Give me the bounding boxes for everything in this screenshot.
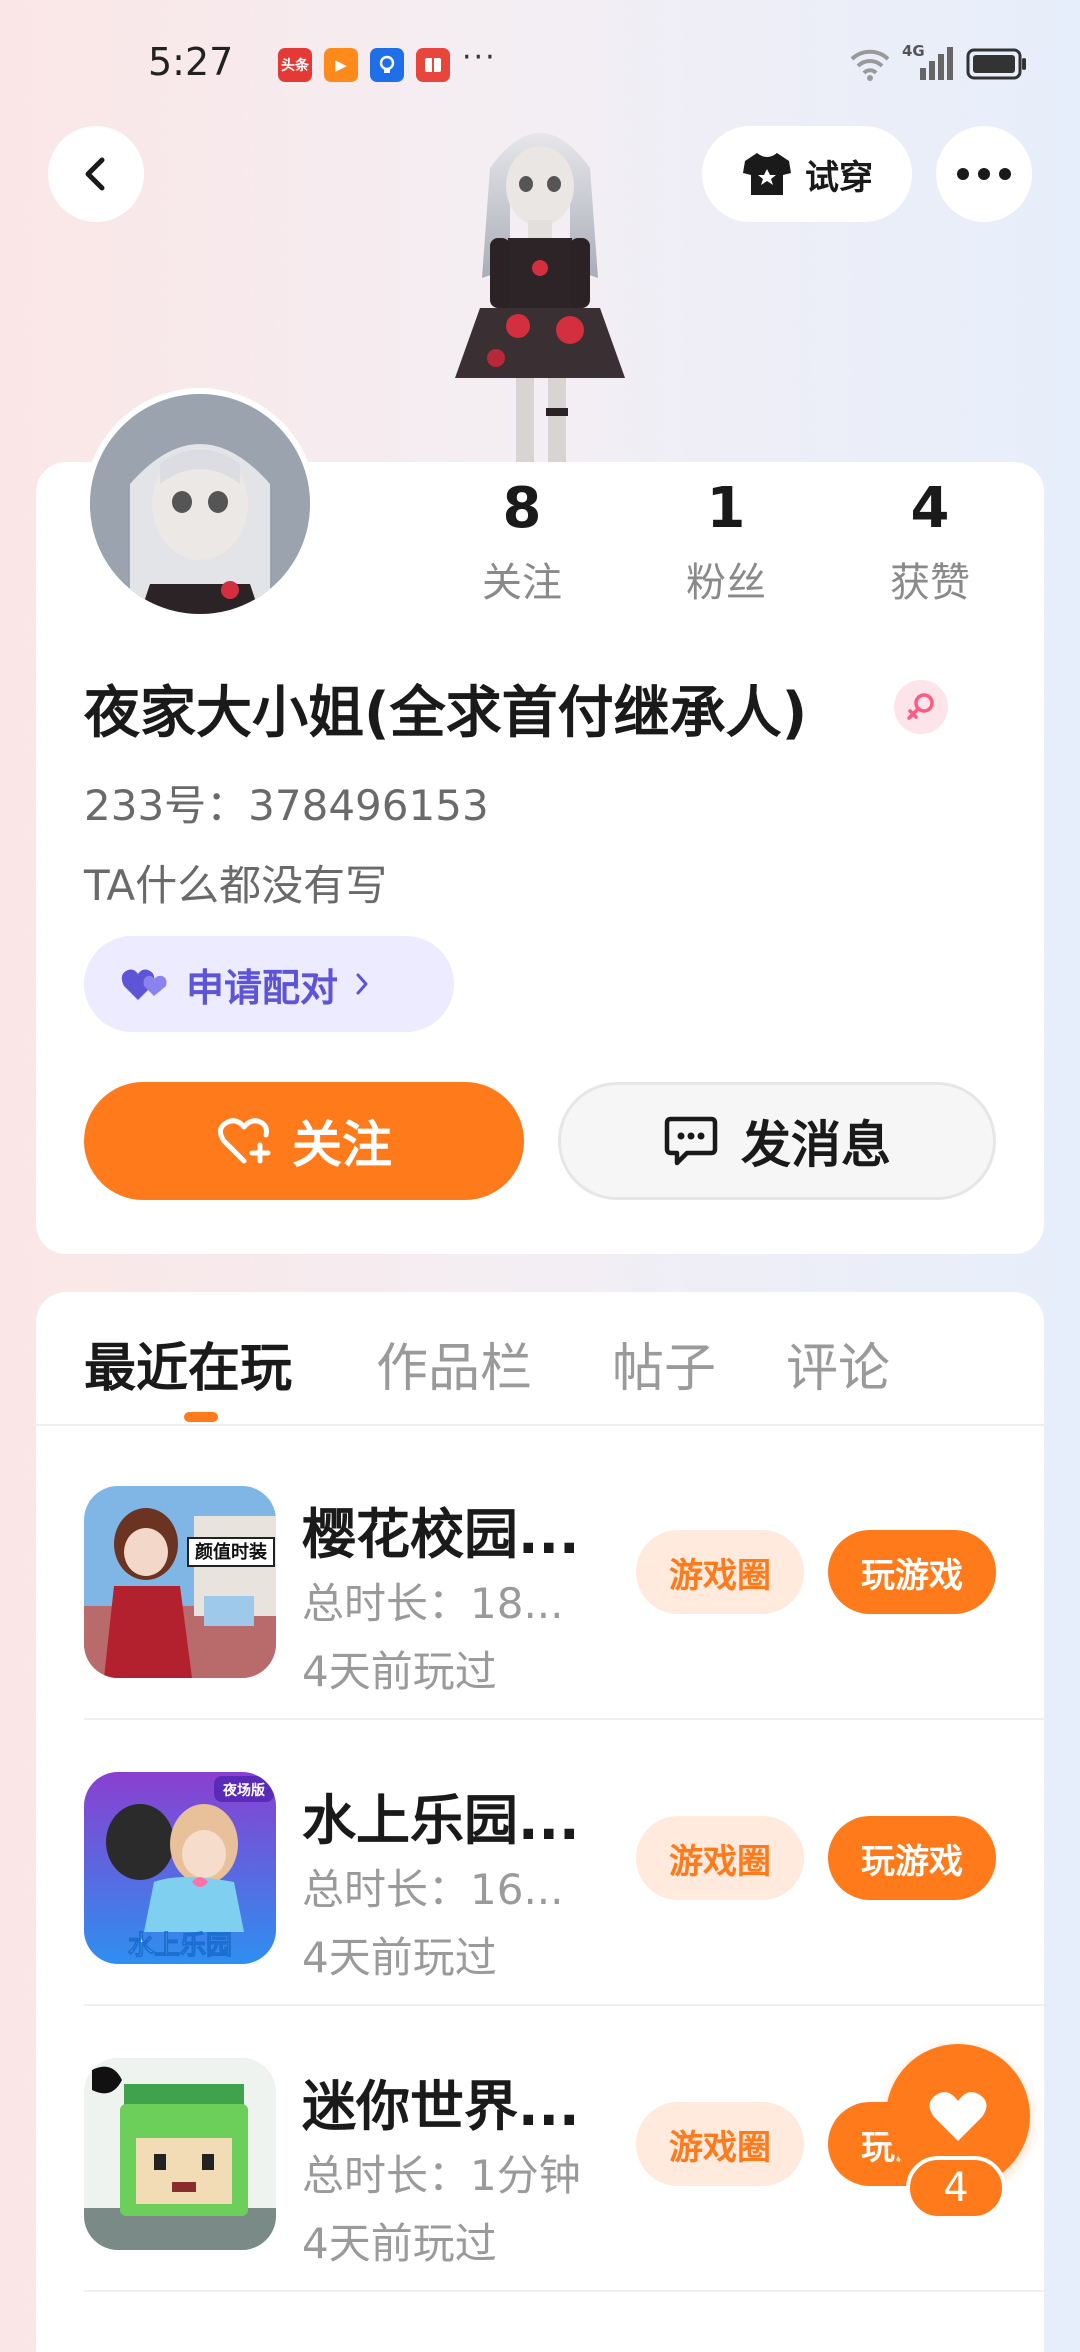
tab-comments[interactable]: 评论 bbox=[786, 1326, 890, 1401]
stat-fans-label: 粉丝 bbox=[686, 559, 766, 606]
game-icon-water-park: 夜场版 水上乐园 bbox=[84, 1772, 276, 1964]
message-button[interactable]: 发消息 bbox=[558, 1082, 996, 1200]
tab-recent-play[interactable]: 最近在玩 bbox=[84, 1326, 292, 1401]
username: 夜家大小姐(全求首付继承人) bbox=[84, 681, 808, 746]
battery-icon bbox=[966, 48, 1026, 80]
game-circle-button[interactable]: 游戏圈 bbox=[636, 1530, 804, 1614]
stat-following[interactable]: 8 关注 bbox=[442, 478, 602, 608]
chat-bubble-icon bbox=[664, 1116, 718, 1166]
game-circle-button[interactable]: 游戏圈 bbox=[636, 2102, 804, 2186]
game-icon-caption: 水上乐园 bbox=[128, 1931, 232, 1961]
profile-avatar[interactable] bbox=[84, 388, 316, 620]
female-icon bbox=[894, 680, 948, 734]
more-dots-icon bbox=[957, 168, 1011, 180]
game-row[interactable]: 颜值时装 樱花校园... 总时长：18... 4天前玩过 游戏圈 玩游戏 bbox=[36, 1434, 1044, 1720]
heart-pair-icon bbox=[121, 969, 167, 1000]
stat-fans-value: 1 bbox=[706, 476, 746, 541]
back-button[interactable] bbox=[48, 126, 144, 222]
user-id: 233号：378496153 bbox=[84, 781, 489, 830]
avatar-character-figure[interactable] bbox=[420, 108, 660, 468]
game-title: 樱花校园... bbox=[302, 1503, 580, 1566]
game-title: 迷你世界... bbox=[302, 2075, 580, 2138]
game-last-played: 4天前玩过 bbox=[302, 2219, 497, 2268]
game-icon-badge: 夜场版 bbox=[222, 1782, 265, 1799]
follow-button[interactable]: 关注 bbox=[84, 1082, 524, 1200]
game-icon-mini-world bbox=[84, 2058, 276, 2250]
pair-label: 申请配对 bbox=[186, 965, 339, 1010]
cellular-icon: 4G bbox=[902, 42, 956, 82]
bio: TA什么都没有写 bbox=[84, 861, 388, 910]
book-app-icon bbox=[416, 48, 450, 82]
game-duration: 总时长：1分钟 bbox=[302, 2151, 581, 2200]
game-duration: 总时长：16... bbox=[302, 1865, 564, 1914]
pair-request-button[interactable]: 申请配对 bbox=[84, 936, 454, 1032]
game-row[interactable]: 夜场版 水上乐园 水上乐园... 总时长：16... 4天前玩过 游戏圈 玩游戏 bbox=[36, 1720, 1044, 2006]
system-indicators: 4G bbox=[848, 42, 1028, 82]
game-last-played: 4天前玩过 bbox=[302, 1933, 497, 1982]
stat-following-label: 关注 bbox=[482, 559, 562, 606]
bulb-app-icon bbox=[370, 48, 404, 82]
game-icon-sakura: 颜值时装 bbox=[84, 1486, 276, 1678]
play-game-button[interactable]: 玩游戏 bbox=[828, 1530, 996, 1614]
play-game-button[interactable]: 玩游戏 bbox=[828, 1816, 996, 1900]
shirt-icon bbox=[743, 153, 791, 195]
tab-works[interactable]: 作品栏 bbox=[376, 1326, 532, 1401]
message-label: 发消息 bbox=[741, 1116, 891, 1174]
game-circle-button[interactable]: 游戏圈 bbox=[636, 1816, 804, 1900]
like-count-badge: 4 bbox=[906, 2156, 1006, 2220]
follow-label: 关注 bbox=[292, 1116, 392, 1174]
status-time: 5:27 bbox=[148, 40, 234, 84]
chevron-left-icon bbox=[85, 157, 105, 191]
stat-following-value: 8 bbox=[502, 476, 542, 541]
wifi-icon bbox=[850, 49, 890, 81]
toutiao-app-icon: 头条 bbox=[278, 48, 312, 82]
tabs-divider bbox=[36, 1424, 1044, 1426]
stat-likes-value: 4 bbox=[910, 476, 950, 541]
game-row[interactable]: 迷你世界... 总时长：1分钟 4天前玩过 游戏圈 玩游戏 bbox=[36, 2006, 1044, 2292]
game-last-played: 4天前玩过 bbox=[302, 1647, 497, 1696]
game-title: 水上乐园... bbox=[302, 1789, 580, 1852]
more-options-button[interactable] bbox=[936, 126, 1032, 222]
stat-likes[interactable]: 4 获赞 bbox=[850, 478, 1010, 608]
tryon-button[interactable]: 试穿 bbox=[702, 126, 912, 222]
video-app-icon: ▶ bbox=[324, 48, 358, 82]
status-more: ··· bbox=[462, 40, 497, 75]
tab-posts[interactable]: 帖子 bbox=[612, 1326, 716, 1401]
tryon-label: 试穿 bbox=[805, 157, 873, 198]
stat-fans[interactable]: 1 粉丝 bbox=[646, 478, 806, 608]
notification-icons: 头条 ▶ bbox=[278, 48, 450, 82]
heart-plus-icon bbox=[218, 1118, 271, 1164]
game-icon-caption: 颜值时装 bbox=[195, 1541, 267, 1563]
chevron-right-icon bbox=[356, 973, 368, 995]
tab-active-indicator bbox=[184, 1412, 218, 1422]
game-duration: 总时长：18... bbox=[302, 1579, 564, 1628]
row-divider bbox=[84, 2290, 1044, 2292]
heart-icon bbox=[929, 2092, 987, 2141]
stat-likes-label: 获赞 bbox=[890, 559, 970, 606]
